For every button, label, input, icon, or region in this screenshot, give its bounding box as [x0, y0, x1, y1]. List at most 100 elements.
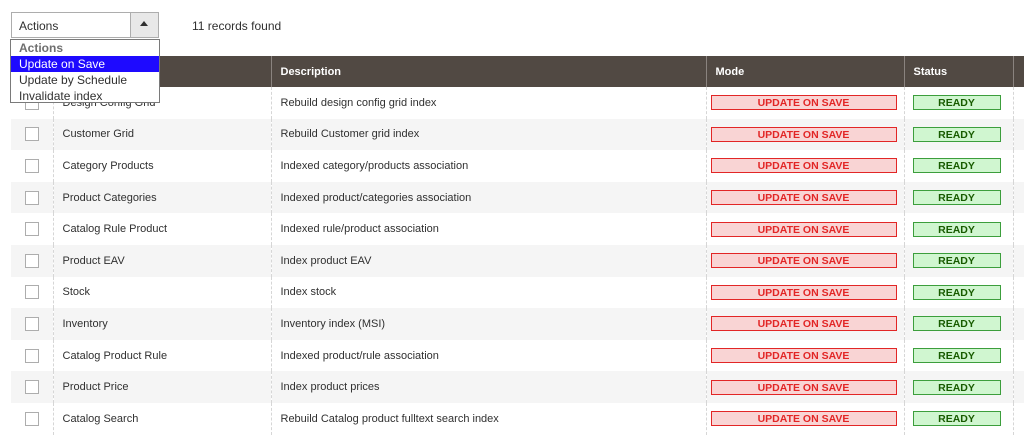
status-cell: READY: [903, 402, 1013, 435]
mode-badge: UPDATE ON SAVE: [710, 411, 897, 427]
mode-cell: UPDATE ON SAVE: [705, 276, 904, 309]
mode-cell: UPDATE ON SAVE: [705, 118, 904, 151]
table-row[interactable]: Catalog Rule Product Indexed rule/product…: [11, 213, 1024, 245]
row-extra-cell: [1012, 150, 1024, 182]
row-extra-cell: [1012, 213, 1024, 245]
mode-cell: UPDATE ON SAVE: [705, 181, 904, 214]
status-cell: READY: [903, 308, 1013, 340]
status-badge: READY: [912, 411, 1001, 427]
table-row[interactable]: Catalog Search Rebuild Catalog product fu…: [11, 402, 1024, 435]
row-checkbox[interactable]: [25, 127, 39, 142]
row-checkbox[interactable]: [25, 380, 39, 395]
table-row[interactable]: Inventory Inventory index (MSI) UPDATE ON …: [11, 308, 1024, 340]
indexer-description: Rebuild design config grid index: [270, 87, 706, 119]
indexer-description: Index product EAV: [270, 244, 706, 277]
grid-header-row: Indexer Description Mode Status: [11, 56, 1024, 87]
row-checkbox-cell: [11, 402, 53, 435]
row-checkbox[interactable]: [25, 158, 39, 173]
status-badge: READY: [912, 379, 1001, 395]
indexer-title: Catalog Search: [52, 402, 271, 435]
row-checkbox[interactable]: [25, 190, 39, 205]
row-extra-cell: [1012, 339, 1024, 372]
status-cell: READY: [903, 150, 1013, 182]
status-badge: READY: [912, 348, 1001, 364]
status-badge: READY: [912, 126, 1001, 142]
row-checkbox-cell: [11, 213, 53, 245]
row-checkbox[interactable]: [25, 411, 39, 426]
mass-actions-select[interactable]: Actions: [11, 12, 159, 38]
row-checkbox-cell: [11, 276, 53, 309]
mode-cell: UPDATE ON SAVE: [705, 339, 904, 372]
mode-cell: UPDATE ON SAVE: [705, 244, 904, 277]
indexer-description: Index product prices: [270, 371, 706, 403]
mode-badge: UPDATE ON SAVE: [710, 158, 897, 174]
header-status[interactable]: Status: [903, 56, 1013, 87]
row-extra-cell: [1012, 276, 1024, 309]
indexer-description: Indexed rule/product association: [270, 213, 706, 245]
header-mode[interactable]: Mode: [705, 56, 904, 87]
mode-badge: UPDATE ON SAVE: [710, 316, 897, 332]
status-cell: READY: [903, 276, 1013, 309]
mode-badge: UPDATE ON SAVE: [710, 95, 897, 111]
indexer-title: Inventory: [52, 308, 271, 340]
mode-cell: UPDATE ON SAVE: [705, 87, 904, 119]
status-cell: READY: [903, 213, 1013, 245]
row-checkbox-cell: [11, 118, 53, 151]
status-badge: READY: [912, 95, 1001, 111]
status-badge: READY: [912, 221, 1001, 237]
indexer-title: Stock: [52, 276, 271, 309]
mode-badge: UPDATE ON SAVE: [710, 253, 897, 269]
status-cell: READY: [903, 244, 1013, 277]
mass-actions-dropdown[interactable]: Actions Update on Save Update by Schedul…: [10, 39, 160, 103]
mode-cell: UPDATE ON SAVE: [705, 402, 904, 435]
row-checkbox[interactable]: [25, 285, 39, 300]
status-badge: READY: [912, 253, 1001, 269]
row-checkbox[interactable]: [25, 316, 39, 331]
dropdown-toggle-button[interactable]: [130, 13, 158, 37]
mode-badge: UPDATE ON SAVE: [710, 126, 897, 142]
row-checkbox-cell: [11, 308, 53, 340]
chevron-up-icon: [140, 21, 148, 26]
table-row[interactable]: Product EAV Index product EAV UPDATE ON SA…: [11, 244, 1024, 277]
indexer-title: Catalog Product Rule: [52, 339, 271, 372]
row-checkbox-cell: [11, 181, 53, 214]
table-row[interactable]: Category Products Indexed category/produc…: [11, 150, 1024, 182]
status-badge: READY: [912, 190, 1001, 206]
status-cell: READY: [903, 118, 1013, 151]
row-extra-cell: [1012, 371, 1024, 403]
dropdown-option-update-by-schedule[interactable]: Update by Schedule: [11, 72, 159, 88]
mode-cell: UPDATE ON SAVE: [705, 213, 904, 245]
row-extra-cell: [1012, 87, 1024, 119]
status-cell: READY: [903, 339, 1013, 372]
row-checkbox[interactable]: [25, 222, 39, 237]
table-row[interactable]: Stock Index stock UPDATE ON SAVE READY: [11, 276, 1024, 309]
indexer-title: Product EAV: [52, 244, 271, 277]
indexer-title: Product Price: [52, 371, 271, 403]
table-row[interactable]: Customer Grid Rebuild Customer grid index…: [11, 118, 1024, 151]
indexer-description: Rebuild Customer grid index: [270, 118, 706, 151]
row-checkbox[interactable]: [25, 253, 39, 268]
table-row[interactable]: Product Price Index product prices UPDATE …: [11, 371, 1024, 403]
header-description[interactable]: Description: [270, 56, 706, 87]
row-extra-cell: [1012, 402, 1024, 435]
status-badge: READY: [912, 316, 1001, 332]
mode-badge: UPDATE ON SAVE: [710, 190, 897, 206]
indexer-grid: Indexer Description Mode Status Design C…: [11, 56, 1024, 435]
table-row[interactable]: Catalog Product Rule Indexed product/rule…: [11, 339, 1024, 372]
table-row[interactable]: Product Categories Indexed product/catego…: [11, 181, 1024, 214]
mode-badge: UPDATE ON SAVE: [710, 379, 897, 395]
dropdown-option-invalidate-index[interactable]: Invalidate index: [11, 88, 159, 104]
row-checkbox[interactable]: [25, 348, 39, 363]
dropdown-option-actions[interactable]: Actions: [11, 40, 159, 56]
mode-badge: UPDATE ON SAVE: [710, 348, 897, 364]
row-checkbox-cell: [11, 371, 53, 403]
indexer-description: Inventory index (MSI): [270, 308, 706, 340]
indexer-description: Indexed category/products association: [270, 150, 706, 182]
row-extra-cell: [1012, 118, 1024, 151]
table-row[interactable]: Design Config GridRebuild design config …: [11, 87, 1024, 119]
dropdown-option-update-on-save[interactable]: Update on Save: [11, 56, 159, 72]
status-cell: READY: [903, 181, 1013, 214]
row-checkbox-cell: [11, 150, 53, 182]
indexer-description: Rebuild Catalog product fulltext search …: [270, 402, 706, 435]
mass-actions-label: Actions: [19, 19, 59, 33]
